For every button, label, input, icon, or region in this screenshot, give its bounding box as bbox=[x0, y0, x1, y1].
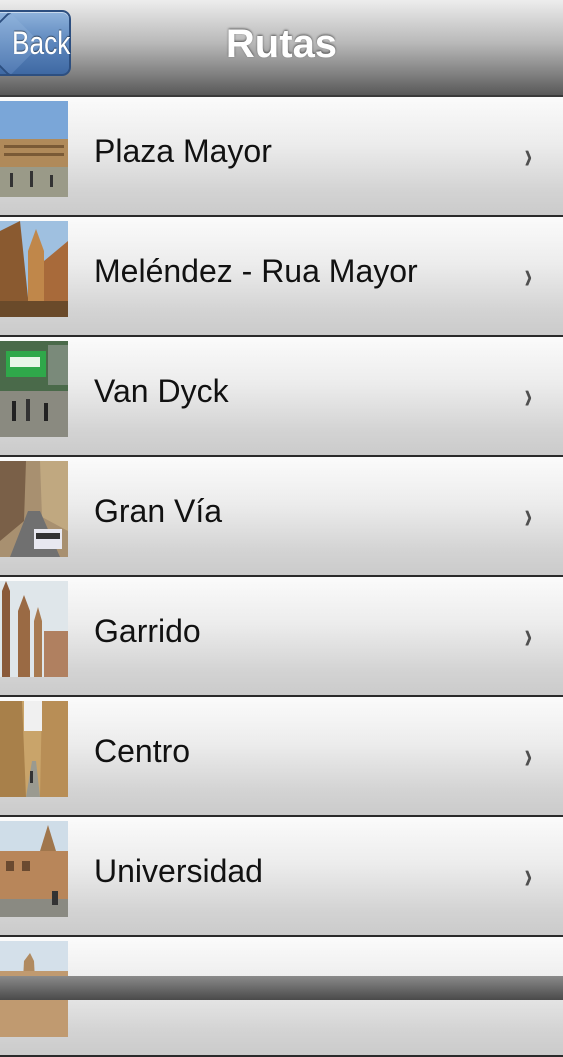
route-name: Centro bbox=[94, 733, 191, 769]
route-name: Van Dyck bbox=[94, 373, 229, 409]
list-item-centro[interactable]: Centro › bbox=[0, 697, 563, 817]
list-item-van-dyck[interactable]: Van Dyck › bbox=[0, 337, 563, 457]
list-item-universidad[interactable]: Universidad › bbox=[0, 817, 563, 937]
route-thumbnail bbox=[0, 101, 68, 197]
chevron-right-icon: › bbox=[524, 135, 533, 177]
chevron-right-icon: › bbox=[524, 255, 533, 297]
list-item-melendez-rua-mayor[interactable]: Meléndez - Rua Mayor › bbox=[0, 217, 563, 337]
route-thumbnail bbox=[0, 701, 68, 797]
route-name: Meléndez - Rua Mayor bbox=[94, 253, 418, 289]
chevron-right-icon: › bbox=[524, 495, 533, 537]
bottom-toolbar bbox=[0, 976, 563, 1000]
route-name: Plaza Mayor bbox=[94, 133, 272, 169]
route-thumbnail bbox=[0, 581, 68, 677]
route-name: Garrido bbox=[94, 613, 201, 649]
chevron-right-icon: › bbox=[524, 735, 533, 777]
route-thumbnail bbox=[0, 461, 68, 557]
list-item-plaza-mayor[interactable]: Plaza Mayor › bbox=[0, 97, 563, 217]
page-title: Rutas bbox=[225, 22, 338, 66]
route-name: Universidad bbox=[94, 853, 263, 889]
chevron-right-icon: › bbox=[524, 615, 533, 657]
chevron-right-icon: › bbox=[524, 855, 533, 897]
navigation-bar: Back Rutas bbox=[0, 0, 563, 97]
list-item-gran-via[interactable]: Gran Vía › bbox=[0, 457, 563, 577]
route-thumbnail bbox=[0, 341, 68, 437]
routes-list: Plaza Mayor › Meléndez - Rua Mayor › Van… bbox=[0, 97, 563, 1057]
route-thumbnail bbox=[0, 221, 68, 317]
route-name: Gran Vía bbox=[94, 493, 223, 529]
route-thumbnail bbox=[0, 821, 68, 917]
list-item-garrido[interactable]: Garrido › bbox=[0, 577, 563, 697]
chevron-right-icon: › bbox=[524, 375, 533, 417]
